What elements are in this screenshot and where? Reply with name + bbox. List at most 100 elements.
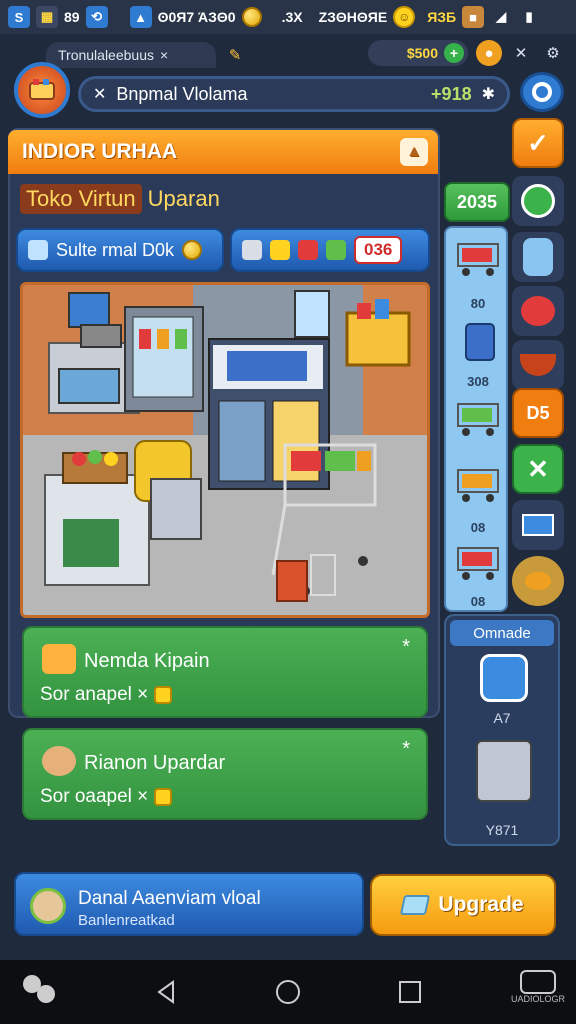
box-icon: ■ <box>462 6 485 28</box>
panel-title: INDIOR URHAA <box>22 140 178 163</box>
upgrade-label-1: A7 <box>493 710 511 726</box>
camera-shortcut[interactable]: UADIOLOGR <box>508 970 568 1014</box>
supermarket-label: Sulte rmal D0k <box>56 239 175 260</box>
refresh-button[interactable] <box>520 72 564 112</box>
cart-item-icon[interactable] <box>454 398 502 438</box>
side-tools: ✓ D5 ✕ <box>512 118 566 610</box>
favorite-icon[interactable]: * <box>402 738 410 761</box>
gem-icon <box>154 686 173 704</box>
close-x-icon[interactable]: ✕ <box>512 444 564 494</box>
fire-icon[interactable]: ● <box>476 40 502 66</box>
produce-icon <box>298 240 318 260</box>
refresh-ring-icon <box>532 82 552 102</box>
hat-icon[interactable]: ▲ <box>400 138 428 166</box>
quest-2-subtitle: Sor oaapel × <box>40 786 149 807</box>
quest-2-subtitle-row: Sor oaapel × <box>40 786 173 808</box>
smile-icon: ☺ <box>393 6 416 28</box>
shop-bag-icon <box>42 644 76 674</box>
favorite-icon[interactable]: * <box>402 636 410 659</box>
cart-label-1: 80 <box>470 296 486 311</box>
upgrade-button[interactable]: Upgrade <box>370 874 556 936</box>
coin-balance: $500 + <box>368 40 468 66</box>
camera-icon <box>520 970 556 994</box>
status-counter-c: .3X <box>281 9 303 25</box>
signal-icon: ◢ <box>496 9 507 24</box>
status-counter-b: ʘ0Я7 ΆЗΘ0 <box>157 9 236 25</box>
lock-icon[interactable] <box>480 654 528 702</box>
cart-item-icon[interactable] <box>454 464 502 504</box>
quest-card-2[interactable]: Rianon Upardar * Sor oaapel × <box>22 728 428 820</box>
drinks-fridge-icon <box>124 306 204 412</box>
recents-icon[interactable] <box>397 979 423 1005</box>
shop-logo[interactable] <box>14 62 70 118</box>
coin-icon <box>241 7 262 27</box>
shop-tab[interactable]: Tronulaleebuus × <box>46 42 216 68</box>
bowl-icon[interactable] <box>512 340 564 390</box>
store-scene[interactable] <box>20 282 430 618</box>
pin-icon[interactable]: ✱ <box>482 84 495 104</box>
quest-1-subtitle: Sor anapel × <box>40 684 149 705</box>
staff-icon[interactable] <box>512 232 564 282</box>
battery-icon: ▮ <box>525 9 533 24</box>
upgrade-side-panel: Omnade A7 Y871 <box>444 614 560 846</box>
supermarket-pill[interactable]: Sulte rmal D0k <box>16 228 224 272</box>
add-coins-icon[interactable]: + <box>444 43 464 63</box>
bread-icon[interactable] <box>512 556 564 606</box>
cart-label-5: 08 <box>470 594 486 609</box>
monitor-icon[interactable] <box>512 500 564 550</box>
cart-item-icon[interactable] <box>454 238 502 278</box>
shopping-basket-icon <box>345 299 411 367</box>
items-badge: 036 <box>354 236 403 264</box>
advisor-avatar <box>30 888 66 924</box>
gem-icon <box>154 788 173 806</box>
nav-right-label: UADIOLOGR <box>510 994 565 1004</box>
calendar-icon[interactable]: D5 <box>512 388 564 438</box>
cart-list-panel: 80 308 08 08 <box>444 226 508 612</box>
produce-stand-icon <box>44 450 150 586</box>
advisor-card[interactable]: Danal Aaenviam vloal Banlenreatkad <box>14 872 364 936</box>
upgrade-label: Upgrade <box>438 893 524 916</box>
search-value: +918 <box>431 83 472 104</box>
character-avatar-icon <box>42 746 76 776</box>
upgrade-label-2: Y871 <box>485 822 519 838</box>
refresh-icon: ⟲ <box>85 6 108 28</box>
quest-2-title: Rianon Upardar <box>84 752 226 774</box>
status-bar: S ▦ 89 ⟲ ▲ ʘ0Я7 ΆЗΘ0 .3X ΖЗΘΗΘЯΕ ☺ ЯЗБ ■… <box>0 0 576 34</box>
store-scene-art <box>44 290 411 602</box>
pencil-icon[interactable]: ✎ <box>222 42 248 68</box>
tape-icon <box>242 240 262 260</box>
status-counter-d: ΖЗΘΗΘЯΕ <box>318 9 388 25</box>
search-bar[interactable]: ✕ Bnpmal Vlolama +918 ✱ <box>78 76 510 112</box>
fruit-icon[interactable] <box>512 286 564 336</box>
shop-name-row: Toko Virtun Uparan <box>20 184 220 214</box>
back-icon[interactable] <box>153 979 179 1005</box>
cart-label-2: 308 <box>467 374 489 389</box>
quest-1-subtitle-row: Sor anapel × <box>40 684 173 706</box>
crate-icon <box>270 240 290 260</box>
calculator-icon[interactable] <box>476 740 532 802</box>
items-pill[interactable]: 036 <box>230 228 430 272</box>
home-icon[interactable] <box>275 979 301 1005</box>
tab-close-icon[interactable]: × <box>160 47 168 63</box>
status-counter-e: ЯЗБ <box>427 9 457 25</box>
confirm-button[interactable]: ✓ <box>512 118 564 168</box>
phone-card-icon[interactable] <box>454 322 502 362</box>
search-text: Bnpmal Vlolama <box>116 83 248 104</box>
wrench-icon[interactable]: ✕ <box>508 40 534 66</box>
advisor-subtitle: Banlenreatkad <box>78 912 175 929</box>
shop-cart-logo-icon <box>29 79 55 100</box>
app-icon-s: S <box>8 6 30 28</box>
diamond-icon <box>400 895 431 915</box>
cart-label-3: 08 <box>470 520 486 535</box>
settings-gear-icon[interactable]: ⚙ <box>540 40 566 66</box>
gamepad-icon[interactable] <box>20 972 60 1008</box>
level-chip[interactable]: 2035 <box>444 182 510 222</box>
grid-icon: ▦ <box>36 6 58 28</box>
panel-title-bar: INDIOR URHAA ▲ <box>8 130 438 174</box>
bottles-icon <box>326 240 346 260</box>
status-counter-a: 89 <box>64 9 80 25</box>
pill-coin-icon <box>182 240 203 260</box>
quest-card-1[interactable]: Nemda Kipain * Sor anapel × <box>22 626 428 718</box>
cart-item-icon[interactable] <box>454 542 502 582</box>
timer-icon[interactable] <box>512 176 564 226</box>
